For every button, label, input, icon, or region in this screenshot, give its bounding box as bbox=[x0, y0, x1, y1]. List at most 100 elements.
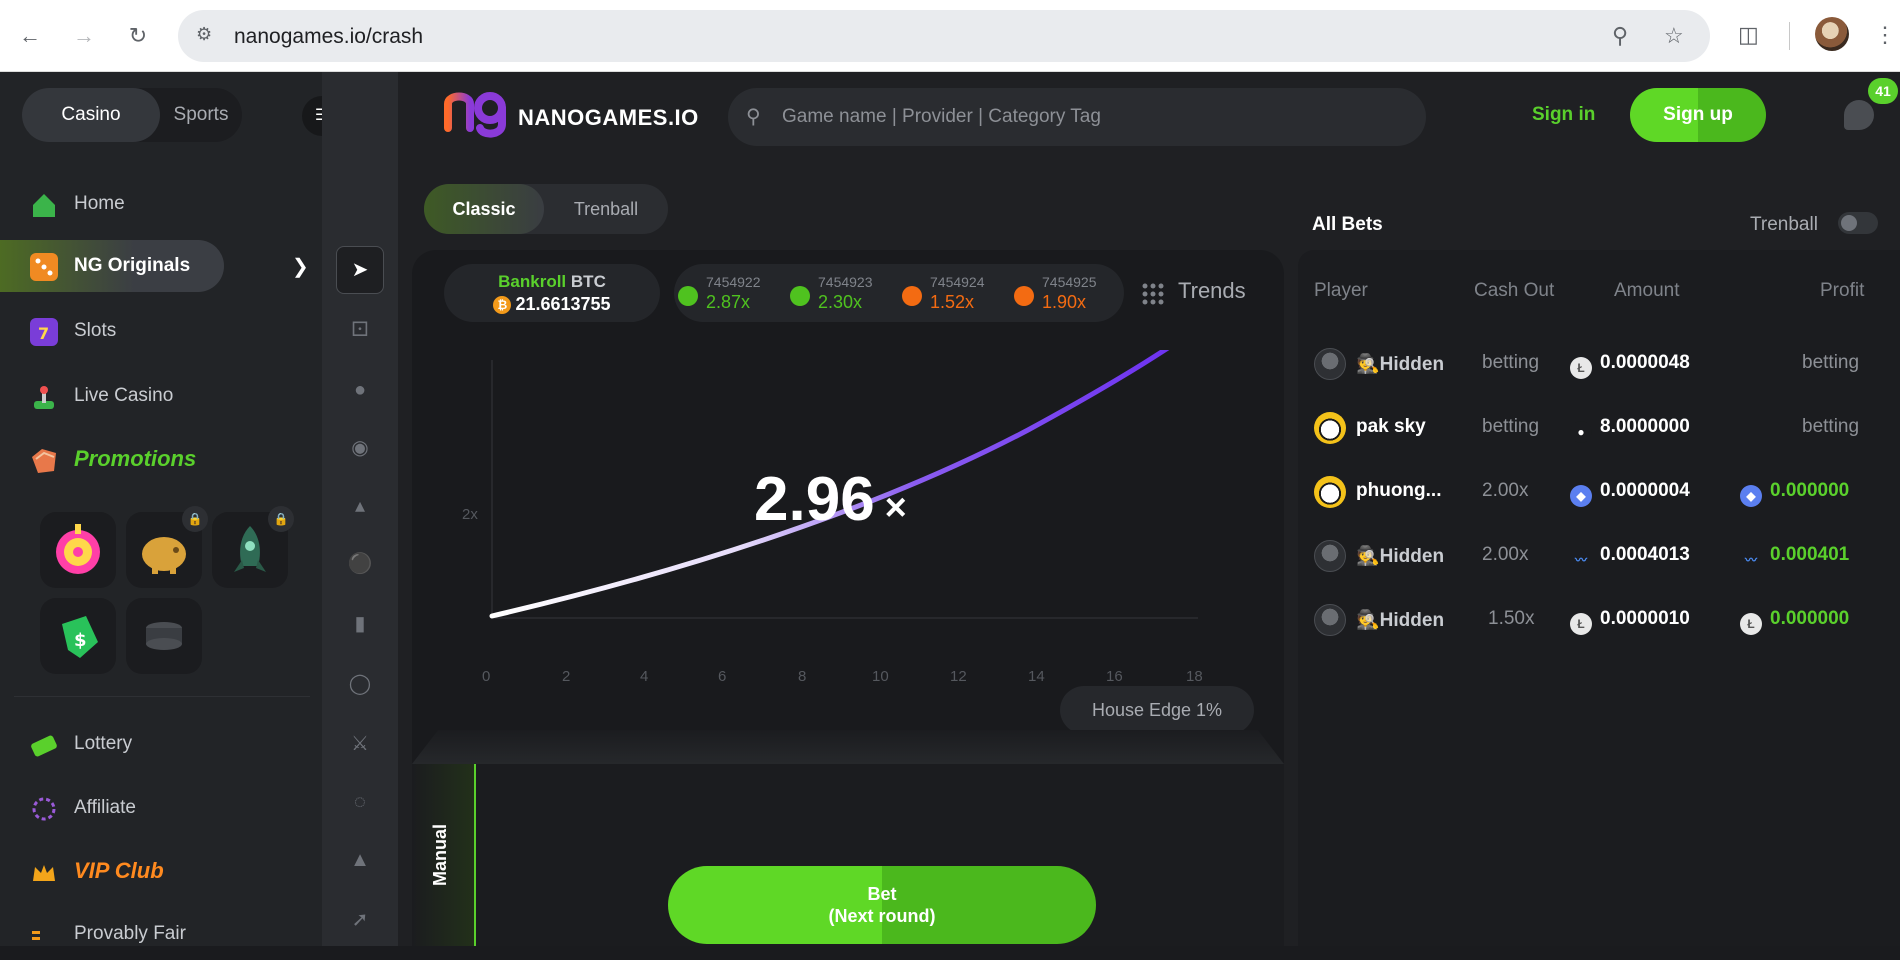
toolbar-divider bbox=[1789, 22, 1790, 50]
sidebar-item-label: Live Casino bbox=[74, 385, 174, 406]
logo-text: NANOGAMES.IO bbox=[518, 105, 699, 130]
bet-button[interactable]: Bet (Next round) bbox=[668, 866, 1096, 944]
promo-tile-spin-wheel[interactable] bbox=[40, 512, 116, 588]
hat-game-icon[interactable]: ▲ bbox=[342, 842, 378, 878]
forward-icon[interactable]: → bbox=[68, 20, 100, 52]
grid-icon[interactable] bbox=[1142, 283, 1164, 305]
bet-button-label: Bet bbox=[867, 884, 897, 904]
house-edge-badge[interactable]: House Edge 1% bbox=[1060, 686, 1254, 734]
cashout-value: betting bbox=[1482, 416, 1540, 437]
chevron-right-icon[interactable]: ❯ bbox=[292, 254, 309, 279]
extensions-icon[interactable]: ◫ bbox=[1738, 22, 1759, 48]
sidebar-item-ng-originals[interactable]: NG Originals ❯ bbox=[0, 240, 322, 292]
x-tick-label: 18 bbox=[1186, 668, 1203, 685]
avatar bbox=[1314, 412, 1346, 444]
network-icon bbox=[30, 795, 58, 823]
history-item[interactable]: 7454922 2.87x bbox=[678, 272, 788, 316]
address-bar[interactable]: ⚙ nanogames.io/crash ⚲ ☆ bbox=[178, 10, 1710, 62]
player-name: phuong... bbox=[1356, 480, 1442, 501]
x-tick-label: 12 bbox=[950, 668, 967, 685]
cashout-value: 2.00x bbox=[1482, 544, 1529, 565]
round-multiplier: 2.30x bbox=[818, 292, 863, 312]
back-icon[interactable]: ← bbox=[14, 20, 46, 52]
sidebar-item-slots[interactable]: 7 Slots bbox=[0, 305, 322, 357]
mines-game-icon[interactable]: ● bbox=[342, 372, 378, 408]
table-row[interactable]: 🕵Hidden 2.00x 〰 0.0004013 〰 0.000401 bbox=[1298, 528, 1900, 584]
promo-tile-price-tag[interactable]: $ bbox=[40, 598, 116, 674]
table-row[interactable]: phuong... 2.00x ◆ 0.0000004 ◆ 0.000000 bbox=[1298, 464, 1900, 520]
sidebar-item-live-casino[interactable]: Live Casino bbox=[0, 370, 322, 422]
chat-count-badge: 41 bbox=[1868, 78, 1898, 104]
sidebar-item-affiliate[interactable]: Affiliate bbox=[0, 782, 322, 834]
cashout-value: 2.00x bbox=[1482, 480, 1529, 501]
sign-in-link[interactable]: Sign in bbox=[1532, 104, 1595, 126]
table-row[interactable]: 🕵Hidden betting Ł 0.0000048 betting bbox=[1298, 336, 1900, 392]
panel-floor bbox=[412, 730, 1284, 764]
sidebar-item-vip-club[interactable]: VIP Club bbox=[0, 846, 322, 898]
plinko-game-icon[interactable]: ◉ bbox=[342, 430, 378, 466]
site-settings-icon[interactable]: ⚙ bbox=[196, 24, 220, 48]
round-multiplier: 1.90x bbox=[1042, 292, 1087, 312]
reload-icon[interactable]: ↻ bbox=[122, 20, 154, 52]
sidebar-item-label: Provably Fair bbox=[74, 923, 186, 944]
limbo-game-icon[interactable]: ▴ bbox=[342, 488, 378, 524]
player-name: 🕵Hidden bbox=[1356, 610, 1445, 631]
crash-game-icon[interactable]: ➤ bbox=[336, 246, 384, 294]
tab-trenball[interactable]: Trenball bbox=[546, 184, 666, 234]
history-item[interactable]: 7454924 1.52x bbox=[902, 272, 1012, 316]
profile-avatar[interactable] bbox=[1815, 17, 1849, 51]
search-input[interactable]: ⚲ Game name | Provider | Category Tag bbox=[728, 88, 1426, 146]
avatar bbox=[1314, 348, 1346, 380]
sidebar-item-home[interactable]: Home bbox=[0, 178, 322, 230]
home-icon bbox=[30, 191, 58, 219]
manual-label: Manual bbox=[430, 823, 450, 886]
bankroll-label: Bankroll bbox=[498, 272, 567, 291]
status-dot-icon bbox=[790, 286, 810, 306]
tab-classic[interactable]: Classic bbox=[424, 184, 544, 234]
zoom-icon[interactable]: ⚲ bbox=[1612, 23, 1628, 49]
sidebar-item-lottery[interactable]: Lottery bbox=[0, 718, 322, 770]
promo-tile-coins[interactable] bbox=[126, 598, 202, 674]
more-menu-icon[interactable]: ⋮ bbox=[1874, 22, 1896, 48]
casino-sports-switch: Casino Sports bbox=[22, 88, 242, 142]
bookmark-star-icon[interactable]: ☆ bbox=[1664, 23, 1684, 49]
bomb-game-icon[interactable]: ⚫ bbox=[342, 546, 378, 582]
sign-up-button[interactable]: Sign up bbox=[1630, 88, 1766, 142]
profit-value: 〰 0.000401 bbox=[1740, 544, 1849, 571]
tab-sports[interactable]: Sports bbox=[160, 88, 242, 142]
cards-game-icon[interactable]: ▮ bbox=[342, 606, 378, 642]
crash-game-panel: Bankroll BTC ₿ 21.6613755 7454922 2.87x 7… bbox=[412, 250, 1284, 770]
ticket-icon bbox=[30, 731, 58, 759]
sidebar-item-label: Promotions bbox=[74, 446, 197, 471]
tab-casino[interactable]: Casino bbox=[22, 88, 160, 142]
bankroll-value: 21.6613755 bbox=[515, 294, 611, 314]
sword-game-icon[interactable]: ⚔ bbox=[342, 726, 378, 762]
sidebar-item-promotions[interactable]: Promotions bbox=[0, 434, 322, 486]
promo-tile-piggy-bank[interactable]: 🔒 bbox=[126, 506, 208, 588]
game-icon-rail: ➤ ⚀ ● ◉ ▴ ⚫ ▮ ◯ ⚔ ◌ ▲ ➚ bbox=[322, 72, 398, 946]
avatar bbox=[1314, 476, 1346, 508]
game-mode-tabs: Classic Trenball bbox=[424, 184, 668, 234]
table-row[interactable]: pak sky betting ● 8.0000000 betting bbox=[1298, 400, 1900, 456]
browser-toolbar: ← → ↻ ⚙ nanogames.io/crash ⚲ ☆ ◫ ⋮ bbox=[0, 0, 1900, 72]
tab-manual[interactable]: Manual bbox=[412, 764, 476, 946]
wheel-game-icon[interactable]: ◯ bbox=[342, 666, 378, 702]
player-name: pak sky bbox=[1356, 416, 1426, 437]
history-item[interactable]: 7454925 1.90x bbox=[1014, 272, 1124, 316]
table-row[interactable]: 🕵Hidden 1.50x Ł 0.0000010 Ł 0.000000 bbox=[1298, 592, 1900, 648]
history-item[interactable]: 7454923 2.30x bbox=[790, 272, 900, 316]
chat-icon[interactable] bbox=[1844, 100, 1874, 130]
promo-tile-rocket[interactable]: 🔒 bbox=[212, 506, 294, 588]
trenball-toggle[interactable] bbox=[1838, 212, 1878, 234]
rocket-game-icon[interactable]: ➚ bbox=[342, 902, 378, 938]
dice-game-icon[interactable]: ⚀ bbox=[342, 312, 378, 348]
nanogames-logo[interactable] bbox=[442, 84, 512, 140]
ufo-game-icon[interactable]: ◌ bbox=[342, 784, 378, 820]
trends-button[interactable]: Trends bbox=[1178, 278, 1246, 304]
round-id: 7454924 bbox=[930, 274, 985, 290]
sidebar-item-provably-fair[interactable]: Provably Fair bbox=[0, 908, 322, 960]
sidebar-item-label: Affiliate bbox=[74, 797, 136, 818]
shield-icon bbox=[30, 921, 58, 949]
toggle-knob bbox=[1841, 215, 1857, 231]
url-text: nanogames.io/crash bbox=[234, 25, 424, 48]
